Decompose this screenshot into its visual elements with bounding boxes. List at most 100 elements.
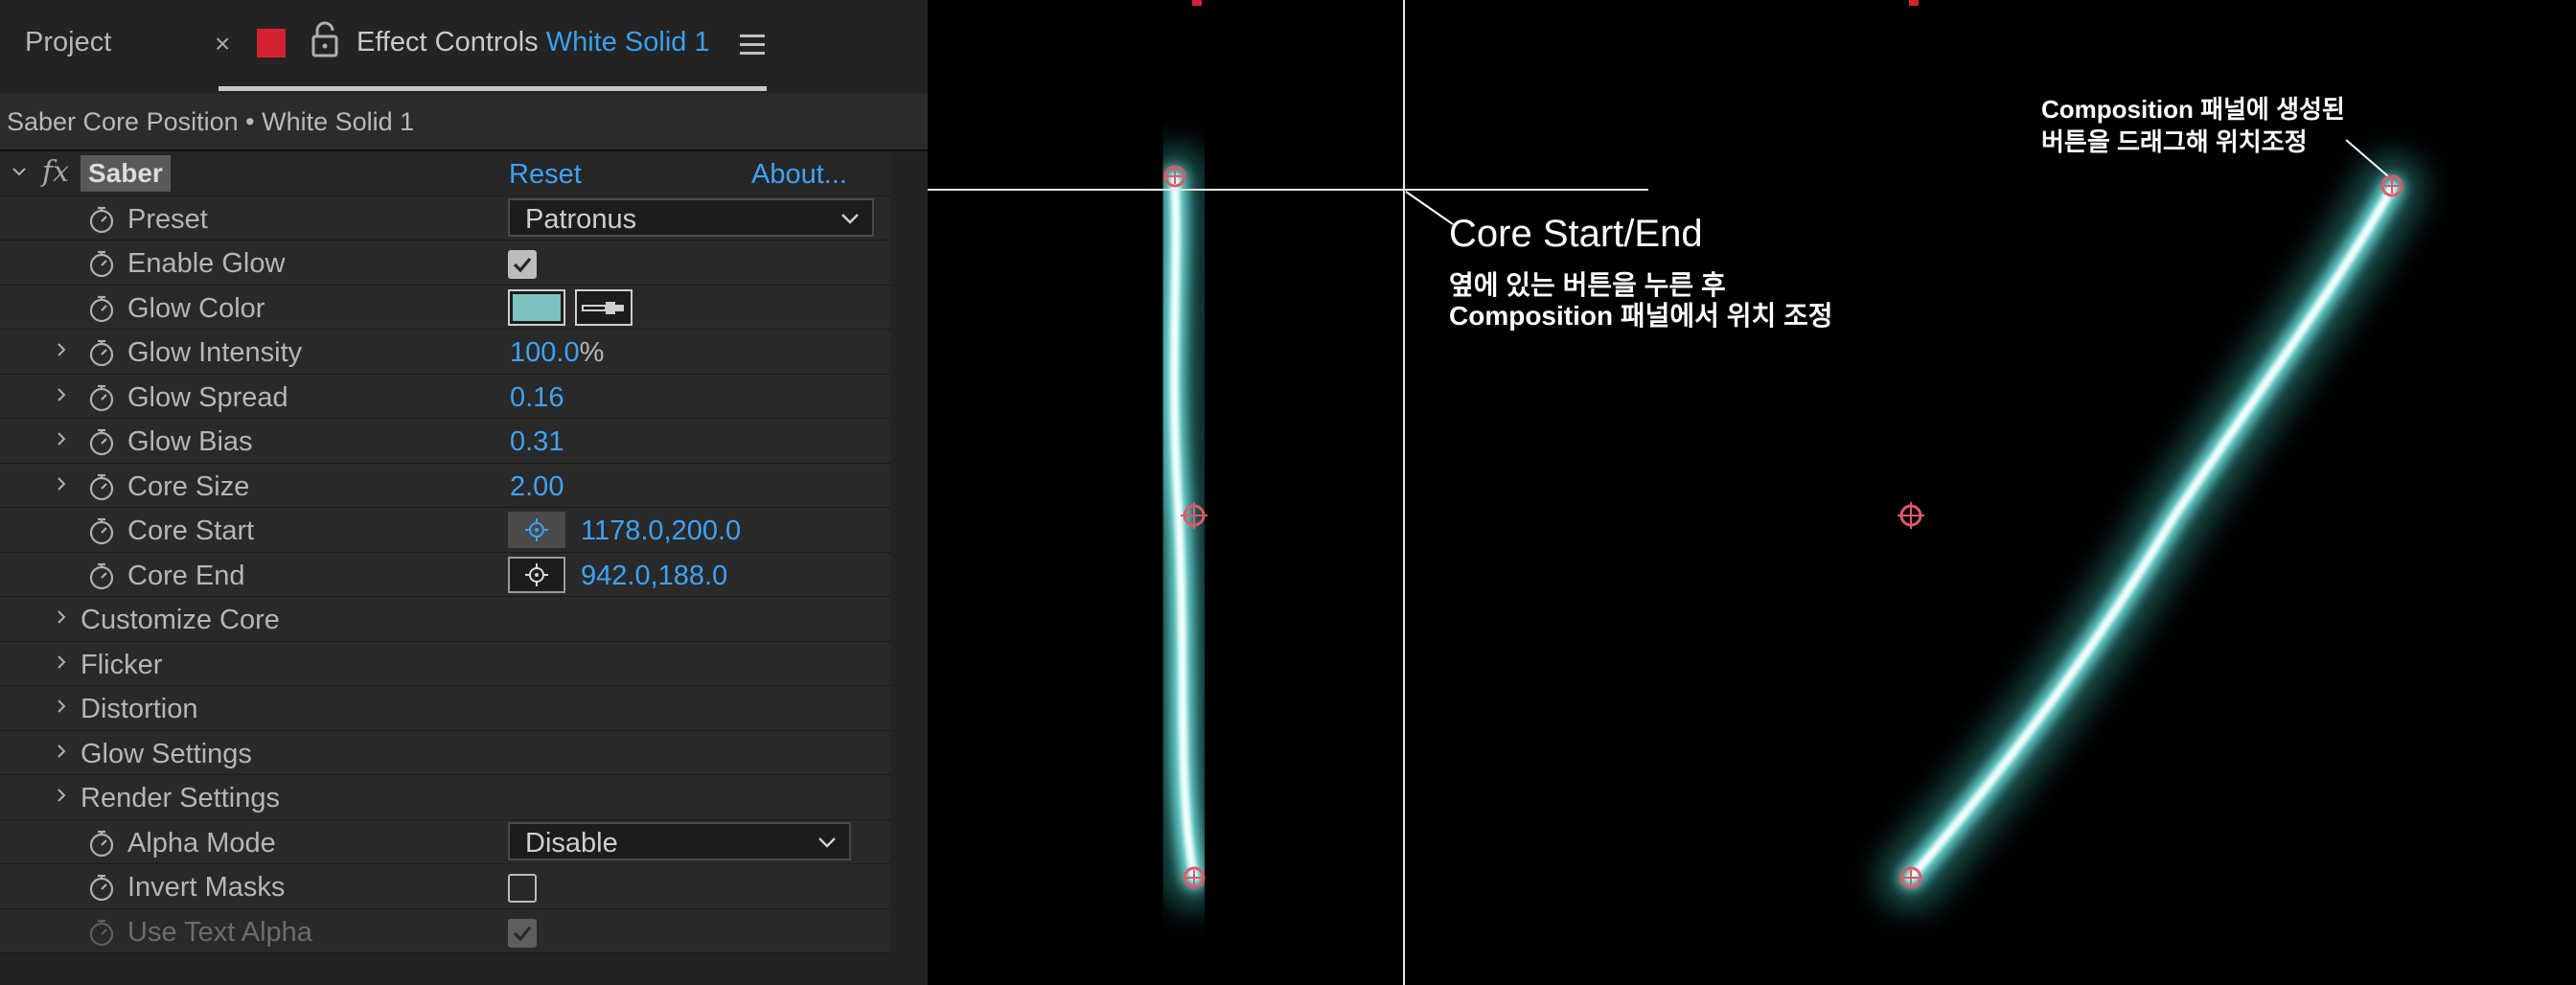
panel-tab-bar: Project × Effect Controls White Solid 1 (0, 0, 928, 94)
twirl-open-icon[interactable] (12, 164, 27, 179)
annotation-text: 버튼을 드래그해 위치조정 (2041, 127, 2308, 156)
stopwatch-icon[interactable] (87, 205, 116, 234)
glow-spread-value[interactable]: 0.16 (510, 382, 564, 414)
stopwatch-icon[interactable] (87, 338, 116, 367)
annotation-title: Core Start/End (1449, 213, 1703, 255)
enable-glow-checkbox[interactable] (508, 250, 537, 279)
comp-layer-title: Saber Core Position • White Solid 1 (7, 107, 415, 136)
stopwatch-icon (87, 918, 116, 947)
fx-toggle-icon[interactable]: fx (42, 155, 69, 189)
twirl-arrow-icon[interactable] (54, 431, 69, 447)
annotation-text: Composition 패널에 생성된 (2041, 95, 2345, 124)
anchor-point-icon[interactable] (1898, 502, 1924, 529)
tab-effect-controls-label: Effect Controls (356, 27, 539, 57)
param-label: Glow Color (127, 292, 265, 324)
tab-layer-name: White Solid 1 (545, 27, 710, 57)
stopwatch-icon[interactable] (87, 516, 116, 545)
color-chip (513, 293, 561, 321)
eyedropper-icon[interactable] (575, 288, 632, 326)
reset-button[interactable]: Reset (509, 159, 582, 191)
effect-header-row: fx Saber Reset About... (0, 151, 891, 196)
glow-bias-value[interactable]: 0.31 (510, 426, 564, 458)
group-row-render-settings[interactable]: Render Settings (0, 775, 891, 820)
stopwatch-icon[interactable] (87, 829, 116, 858)
param-row-alpha-mode: Alpha Mode Disable (0, 819, 891, 864)
about-button[interactable]: About... (751, 159, 847, 191)
param-label: Use Text Alpha (127, 916, 312, 948)
param-row-invert-masks: Invert Masks (0, 864, 891, 909)
param-row-core-end: Core End 942.0,188.0 (0, 552, 891, 597)
param-row-glow-bias: Glow Bias 0.31 (0, 419, 891, 464)
effect-name[interactable]: Saber (80, 155, 171, 192)
group-label: Customize Core (80, 605, 280, 635)
effect-controls-panel: Project × Effect Controls White Solid 1 … (0, 0, 928, 985)
ruler-marker (1192, 0, 1202, 6)
param-label: Invert Masks (127, 872, 286, 903)
composition-canvas (928, 0, 2426, 985)
param-label: Alpha Mode (127, 827, 276, 859)
core-start-value[interactable]: 1178.0,200.0 (581, 515, 741, 547)
stopwatch-icon[interactable] (87, 873, 116, 902)
twirl-arrow-icon[interactable] (54, 744, 69, 759)
core-end-value[interactable]: 942.0,188.0 (581, 561, 727, 592)
group-label: Glow Settings (80, 738, 252, 769)
group-row-distortion[interactable]: Distortion (0, 686, 891, 731)
composition-viewer[interactable]: Core Start/End 옆에 있는 버튼을 누른 후 Compositio… (928, 0, 2576, 985)
twirl-arrow-icon[interactable] (54, 476, 69, 492)
param-row-preset: Preset Patronus (0, 195, 891, 241)
tab-project[interactable]: Project (25, 27, 111, 58)
lock-icon[interactable] (309, 21, 341, 57)
stopwatch-icon[interactable] (87, 249, 116, 278)
annotation-leader (1405, 191, 1454, 225)
invert-masks-checkbox[interactable] (508, 874, 537, 903)
tab-effect-controls[interactable]: Effect Controls White Solid 1 (356, 27, 710, 58)
param-row-enable-glow: Enable Glow (0, 241, 891, 286)
crosshair-handle-icon[interactable] (2380, 174, 2404, 197)
twirl-arrow-icon[interactable] (54, 342, 69, 357)
crosshair-handle-icon[interactable] (1183, 866, 1206, 889)
param-label: Preset (127, 203, 208, 235)
core-size-value[interactable]: 2.00 (510, 471, 564, 503)
twirl-arrow-icon[interactable] (54, 387, 69, 402)
param-row-glow-spread: Glow Spread 0.16 (0, 374, 891, 419)
crosshair-handle-icon[interactable] (1899, 866, 1922, 889)
preset-dropdown[interactable]: Patronus (508, 197, 874, 237)
saber-vertical (1139, 145, 1228, 911)
stopwatch-icon[interactable] (87, 383, 116, 412)
value-unit: % (579, 337, 605, 368)
stopwatch-icon[interactable] (87, 472, 116, 501)
point-target-icon[interactable] (508, 556, 565, 593)
group-label: Flicker (80, 649, 163, 680)
glow-intensity-value[interactable]: 100.0% (510, 337, 604, 369)
saber-diagonal (1877, 154, 2426, 911)
label-color-swatch[interactable] (257, 29, 286, 57)
param-label: Glow Intensity (127, 337, 303, 368)
alpha-mode-value: Disable (525, 827, 618, 859)
point-target-icon[interactable] (508, 512, 565, 548)
crosshair-handle-icon[interactable] (1163, 165, 1186, 188)
param-row-core-size: Core Size 2.00 (0, 463, 891, 508)
group-label: Render Settings (80, 783, 280, 813)
group-label: Distortion (80, 694, 198, 724)
twirl-arrow-icon[interactable] (54, 788, 69, 803)
chevron-down-icon (816, 833, 838, 852)
glow-color-swatch[interactable] (508, 288, 565, 326)
param-label: Enable Glow (127, 248, 286, 279)
twirl-arrow-icon[interactable] (54, 654, 69, 670)
stopwatch-icon[interactable] (87, 294, 116, 323)
alpha-mode-dropdown[interactable]: Disable (508, 821, 851, 860)
param-label: Glow Bias (127, 426, 253, 457)
close-icon[interactable]: × (215, 29, 230, 59)
chevron-down-icon (840, 209, 861, 228)
group-row-glow-settings[interactable]: Glow Settings (0, 730, 891, 775)
group-row-flicker[interactable]: Flicker (0, 641, 891, 686)
stopwatch-icon[interactable] (87, 561, 116, 590)
menu-icon[interactable] (740, 34, 765, 57)
param-label: Core Start (127, 515, 255, 546)
stopwatch-icon[interactable] (87, 427, 116, 456)
group-row-customize-core[interactable]: Customize Core (0, 597, 891, 642)
twirl-arrow-icon[interactable] (54, 609, 69, 625)
active-tab-indicator (218, 86, 767, 91)
twirl-arrow-icon[interactable] (54, 699, 69, 714)
param-label: Glow Spread (127, 381, 288, 413)
